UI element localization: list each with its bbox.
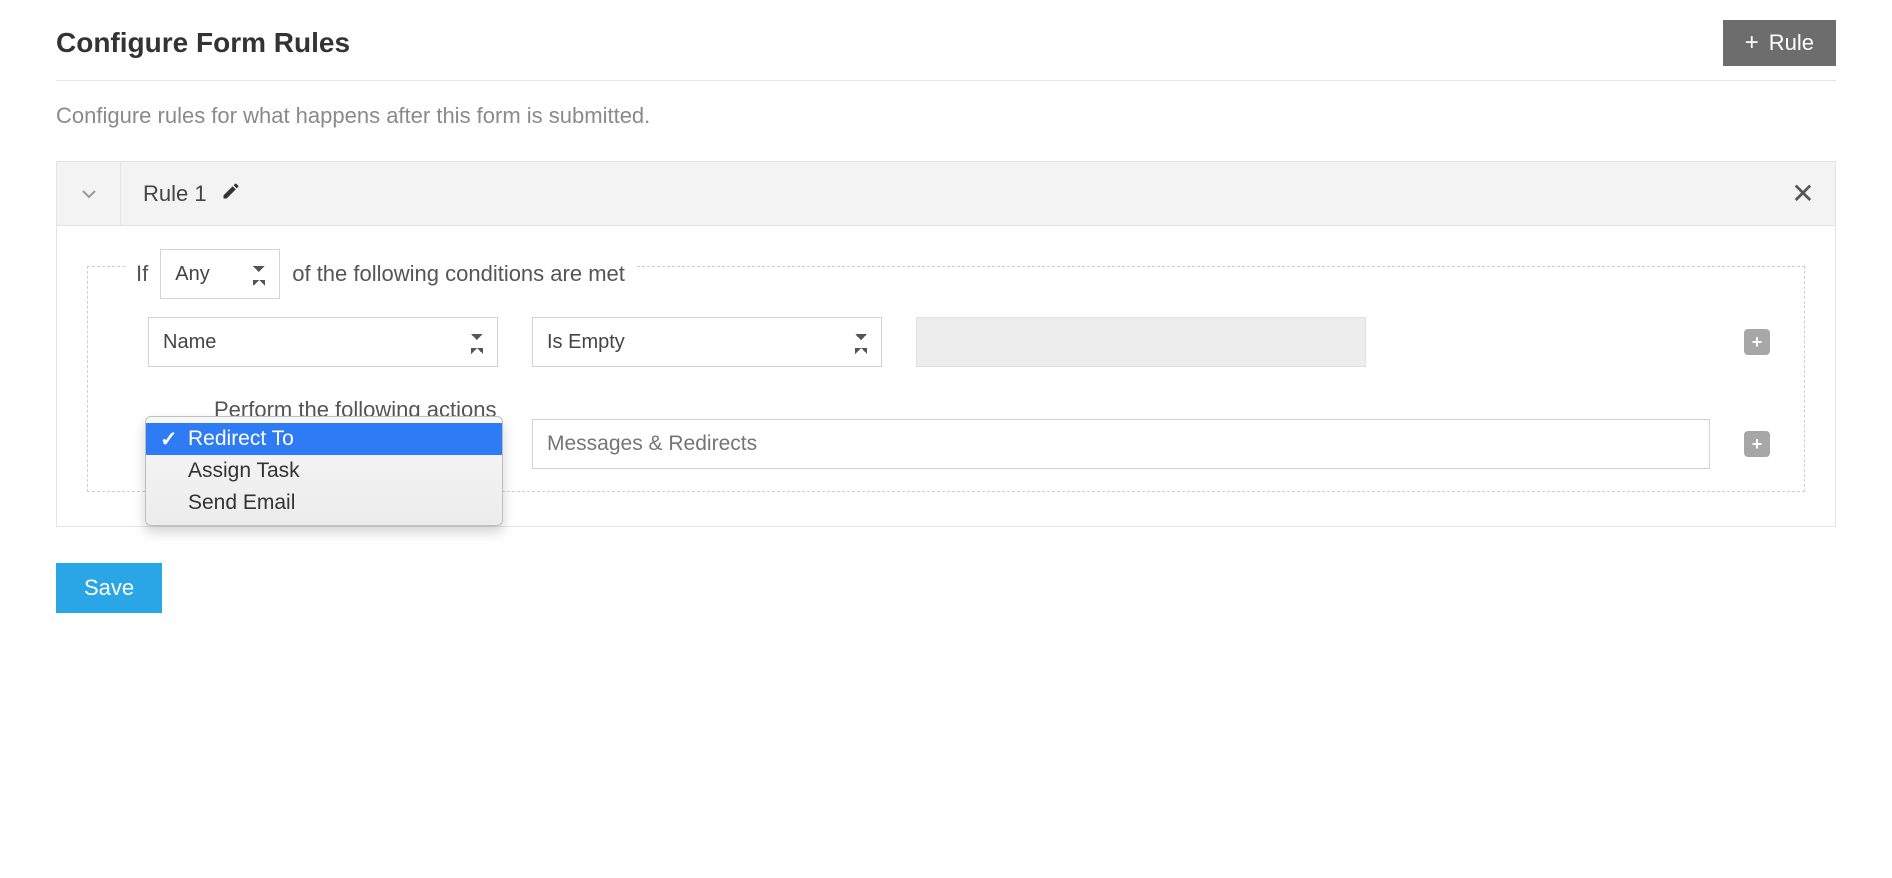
conditions-legend-prefix: If <box>136 261 148 287</box>
action-type-dropdown: Redirect To Assign Task Send Email <box>145 416 503 526</box>
add-action-button[interactable]: + <box>1744 431 1770 457</box>
plus-icon: + <box>1745 31 1759 55</box>
collapse-toggle[interactable] <box>57 162 121 225</box>
condition-operator-select[interactable]: Is Empty <box>532 317 882 367</box>
conditions-legend-suffix: of the following conditions are met <box>292 261 625 287</box>
page-title: Configure Form Rules <box>56 27 350 59</box>
close-icon: ✕ <box>1791 177 1814 210</box>
add-condition-button[interactable]: + <box>1744 329 1770 355</box>
add-rule-label: Rule <box>1769 30 1814 56</box>
rule-header: Rule 1 ✕ <box>57 162 1835 226</box>
edit-rule-name-button[interactable] <box>221 181 241 207</box>
dropdown-option-redirect[interactable]: Redirect To <box>146 423 502 455</box>
action-target-input[interactable] <box>532 419 1710 469</box>
dropdown-option-assign-task[interactable]: Assign Task <box>146 455 502 487</box>
rule-card: Rule 1 ✕ If Any of the following conditi… <box>56 161 1836 527</box>
plus-icon: + <box>1752 434 1763 455</box>
condition-row: Name Is Empty + <box>148 317 1770 367</box>
plus-icon: + <box>1752 332 1763 353</box>
rule-title: Rule 1 <box>143 181 207 207</box>
conditions-fieldset: If Any of the following conditions are m… <box>87 266 1805 492</box>
action-row: Redirect To Assign Task Send Email + <box>148 419 1770 469</box>
save-button[interactable]: Save <box>56 563 162 613</box>
page-subtitle: Configure rules for what happens after t… <box>56 103 1836 129</box>
dropdown-option-send-email[interactable]: Send Email <box>146 487 502 519</box>
match-type-select[interactable]: Any <box>160 249 280 299</box>
action-type-select[interactable]: Redirect To Assign Task Send Email <box>148 419 498 469</box>
pencil-icon <box>221 181 241 201</box>
condition-value-input <box>916 317 1366 367</box>
conditions-legend: If Any of the following conditions are m… <box>126 249 635 299</box>
delete-rule-button[interactable]: ✕ <box>1771 162 1835 225</box>
condition-field-select[interactable]: Name <box>148 317 498 367</box>
add-rule-button[interactable]: + Rule <box>1723 20 1836 66</box>
chevron-down-icon <box>77 182 101 206</box>
